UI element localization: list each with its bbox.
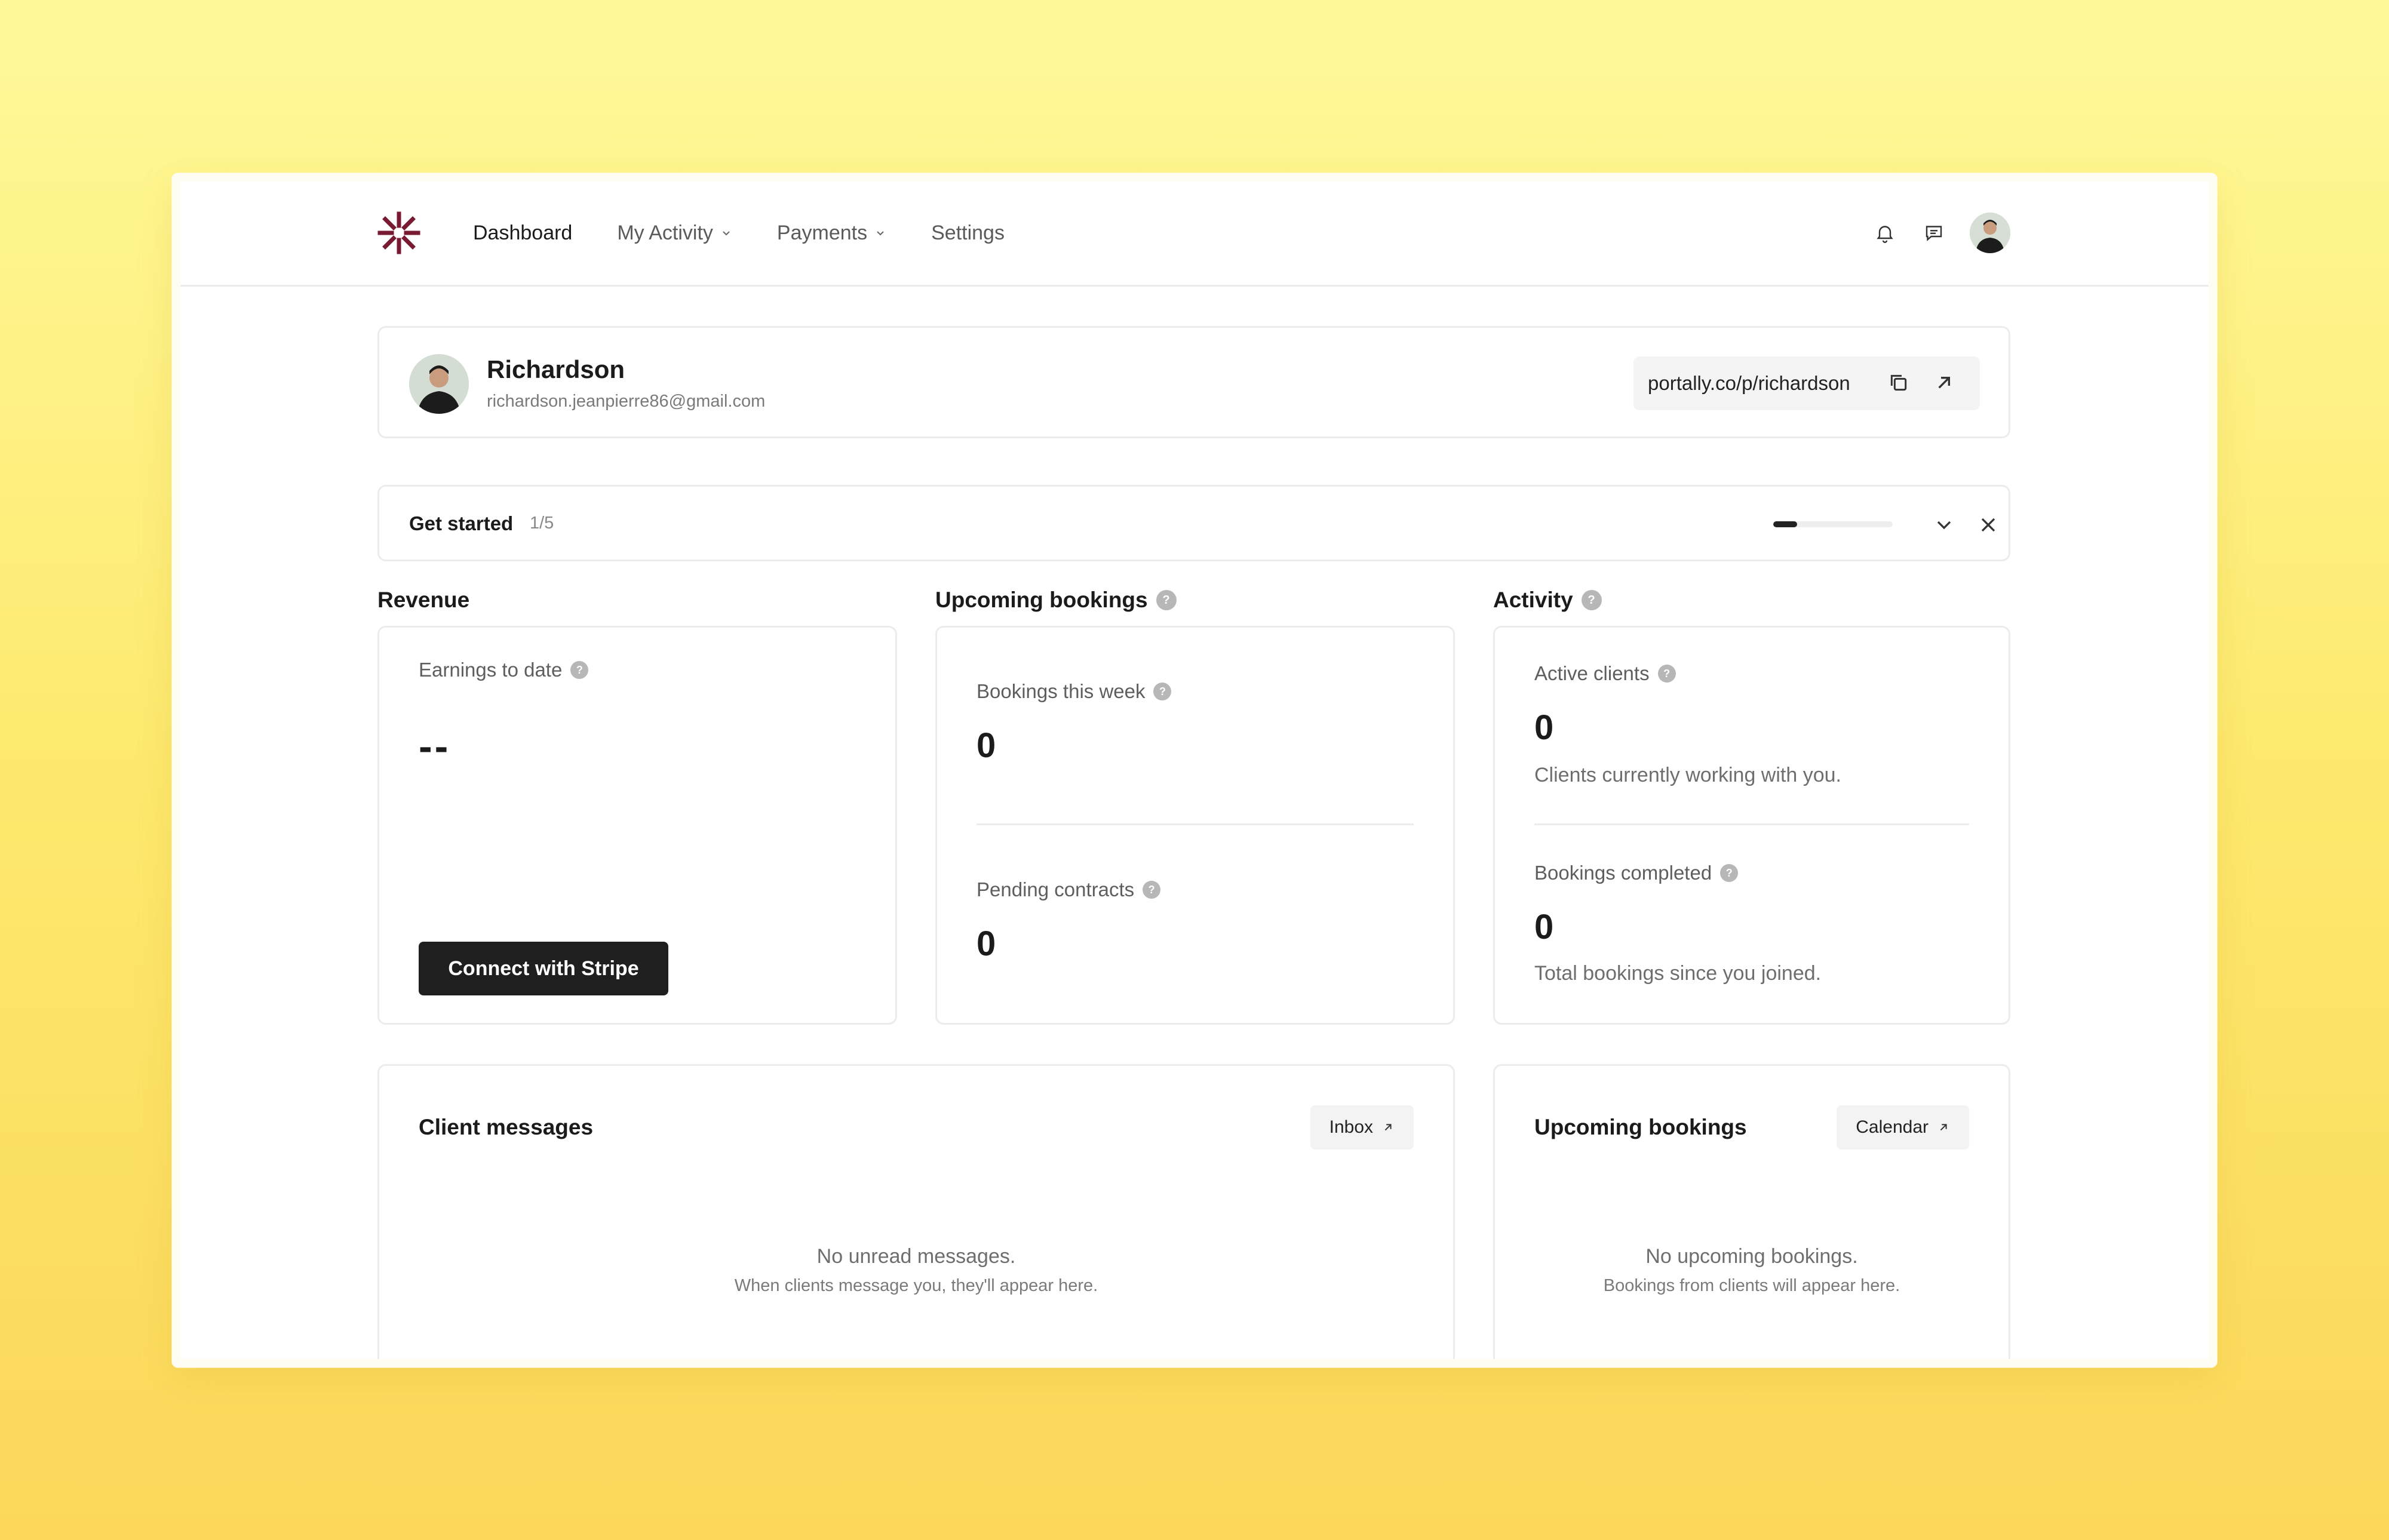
nav-payments[interactable]: Payments — [777, 216, 886, 250]
earnings-label: Earnings to date ? — [419, 659, 589, 681]
divider — [977, 823, 1414, 825]
user-avatar[interactable] — [1970, 213, 2010, 253]
external-link-icon — [1384, 1124, 1392, 1131]
activity-card: Active clients ? 0 Clients currently wor… — [1493, 626, 2010, 1025]
profile-avatar — [409, 354, 469, 414]
messages-empty-title: No unread messages. — [816, 1245, 1016, 1268]
profile-card: Richardson richardson.jeanpierre86@gmail… — [377, 326, 2010, 438]
info-icon[interactable]: ? — [1720, 864, 1739, 882]
calendar-button-label: Calendar — [1856, 1117, 1929, 1137]
active-clients-label-text: Active clients — [1534, 662, 1650, 684]
app-window: Dashboard My Activity Payments Settings — [180, 182, 2209, 1359]
profile-url[interactable]: portally.co/p/richardson — [1648, 372, 1850, 395]
bookings-week-value: 0 — [977, 726, 996, 765]
bookings-stats-card: Bookings this week ? 0 Pending contracts… — [935, 626, 1455, 1025]
nav-settings[interactable]: Settings — [931, 216, 1005, 250]
bookings-completed-label-text: Bookings completed — [1534, 862, 1712, 884]
app-frame: Dashboard My Activity Payments Settings — [172, 173, 2217, 1367]
active-clients-value: 0 — [1534, 708, 1554, 747]
profile-name: Richardson — [487, 355, 625, 383]
nav-dashboard[interactable]: Dashboard — [473, 216, 572, 250]
inbox-button[interactable]: Inbox — [1310, 1105, 1414, 1149]
pending-contracts-value: 0 — [977, 924, 996, 963]
external-link-icon — [1940, 1124, 1947, 1131]
bell-icon[interactable] — [1872, 220, 1898, 246]
chat-icon[interactable] — [1921, 220, 1947, 246]
chevron-down-icon — [877, 231, 884, 236]
activity-title: Activity — [1493, 588, 1573, 612]
client-messages-title: Client messages — [419, 1115, 594, 1139]
nav-my-activity[interactable]: My Activity — [617, 216, 732, 250]
bookings-week-label: Bookings this week ? — [977, 680, 1172, 703]
chevron-down-icon[interactable] — [1932, 513, 1956, 537]
info-icon[interactable]: ? — [1143, 881, 1161, 899]
earnings-label-text: Earnings to date — [419, 659, 563, 681]
profile-url-pill: portally.co/p/richardson — [1633, 356, 1980, 410]
get-started-progress-fill — [1773, 521, 1797, 527]
activity-section-title: Activity ? — [1493, 588, 1602, 613]
upcoming-section-title: Upcoming bookings ? — [935, 588, 1177, 613]
info-icon[interactable]: ? — [1657, 665, 1676, 683]
get-started-card: Get started 1/5 — [377, 485, 2010, 561]
copy-icon[interactable] — [1887, 371, 1911, 395]
info-icon[interactable]: ? — [1156, 590, 1177, 610]
client-messages-card: Client messages Inbox No unread messages… — [377, 1064, 1455, 1359]
bookings-week-label-text: Bookings this week — [977, 680, 1146, 702]
revenue-section-title: Revenue — [377, 588, 469, 613]
nav-my-activity-label: My Activity — [617, 222, 713, 244]
messages-empty-subtitle: When clients message you, they'll appear… — [734, 1276, 1098, 1295]
revenue-card: Earnings to date ? -- Connect with Strip… — [377, 626, 897, 1025]
get-started-title: Get started — [409, 512, 514, 534]
chevron-down-icon — [723, 231, 730, 236]
active-clients-desc: Clients currently working with you. — [1534, 764, 1841, 786]
close-icon[interactable] — [1976, 513, 2000, 537]
bookings-completed-label: Bookings completed ? — [1534, 862, 1739, 884]
upcoming-empty-title: No upcoming bookings. — [1645, 1245, 1858, 1268]
nav-payments-label: Payments — [776, 222, 868, 244]
top-navbar: Dashboard My Activity Payments Settings — [180, 182, 2209, 287]
calendar-button[interactable]: Calendar — [1837, 1105, 1969, 1149]
info-icon[interactable]: ? — [1153, 683, 1172, 700]
divider — [1534, 823, 1969, 825]
get-started-progress — [1773, 521, 1893, 527]
upcoming-bookings-title: Upcoming bookings — [1534, 1115, 1747, 1139]
connect-stripe-button[interactable]: Connect with Stripe — [419, 942, 668, 995]
get-started-count: 1/5 — [530, 514, 554, 533]
pending-contracts-label-text: Pending contracts — [977, 878, 1135, 900]
nav-dashboard-label: Dashboard — [473, 222, 573, 244]
brand-logo[interactable] — [377, 211, 420, 254]
top-actions — [1872, 213, 2010, 253]
info-icon[interactable]: ? — [1581, 590, 1602, 610]
bookings-completed-value: 0 — [1534, 908, 1554, 946]
earnings-value: -- — [419, 724, 451, 769]
info-icon[interactable]: ? — [570, 661, 589, 679]
profile-email: richardson.jeanpierre86@gmail.com — [487, 392, 766, 411]
inbox-button-label: Inbox — [1329, 1117, 1373, 1137]
active-clients-label: Active clients ? — [1534, 662, 1676, 685]
nav-settings-label: Settings — [931, 222, 1005, 244]
external-link-icon[interactable] — [1932, 371, 1956, 395]
pending-contracts-label: Pending contracts ? — [977, 878, 1161, 901]
upcoming-empty-subtitle: Bookings from clients will appear here. — [1603, 1276, 1900, 1295]
upcoming-bookings-card: Upcoming bookings Calendar No upcoming b… — [1493, 1064, 2010, 1359]
bookings-completed-desc: Total bookings since you joined. — [1534, 962, 1822, 985]
upcoming-title: Upcoming bookings — [935, 588, 1148, 612]
main-nav: Dashboard My Activity Payments Settings — [473, 216, 1049, 250]
revenue-title: Revenue — [377, 588, 470, 612]
